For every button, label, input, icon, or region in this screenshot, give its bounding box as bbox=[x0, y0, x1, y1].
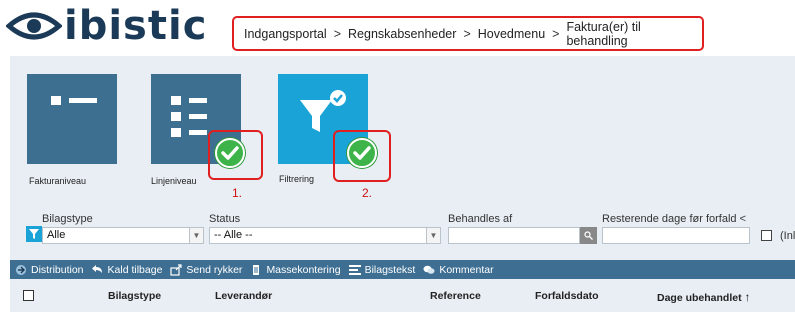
sort-ascending-icon: ↑ bbox=[744, 290, 751, 304]
distribution-button[interactable]: Distribution bbox=[15, 264, 84, 276]
bilagstype-value: Alle bbox=[47, 229, 66, 241]
breadcrumb-item-regnskabsenheder[interactable]: Regnskabsenheder bbox=[348, 27, 456, 41]
behandles-af-input[interactable] bbox=[448, 227, 580, 244]
resterende-dage-input[interactable] bbox=[602, 227, 750, 244]
document-icon bbox=[253, 264, 260, 275]
dage-ubehandlet-label: Dage ubehandlet bbox=[657, 292, 742, 304]
column-header-dage-ubehandlet[interactable]: Dage ubehandlet ↑ bbox=[657, 290, 751, 304]
column-header-reference[interactable]: Reference bbox=[430, 290, 481, 302]
kommentar-label: Kommentar bbox=[439, 263, 494, 276]
tile-label-linjeniveau: Linjeniveau bbox=[151, 176, 197, 186]
header: ibistic Indgangsportal > Regnskabsenhede… bbox=[0, 0, 795, 56]
breadcrumb-separator: > bbox=[463, 26, 471, 41]
breadcrumb-separator: > bbox=[552, 26, 560, 41]
annotation-box-2 bbox=[333, 130, 391, 182]
eye-logo-icon bbox=[6, 12, 62, 40]
column-header-bilagstype[interactable]: Bilagstype bbox=[108, 290, 161, 302]
kald-tilbage-label: Kald tilbage bbox=[107, 263, 163, 276]
send-rykker-button[interactable]: Send rykker bbox=[170, 264, 242, 276]
column-header-forfaldsdato[interactable]: Forfaldsdato bbox=[535, 290, 599, 302]
brand-name: ibistic bbox=[64, 3, 208, 49]
search-icon[interactable] bbox=[580, 227, 597, 244]
kommentar-button[interactable]: Kommentar bbox=[423, 263, 494, 276]
bilagstype-select[interactable]: Alle ▼ bbox=[42, 227, 204, 244]
undo-icon bbox=[91, 264, 102, 273]
massekontering-label: Massekontering bbox=[266, 263, 341, 276]
distribution-icon bbox=[16, 264, 26, 275]
action-toolbar: Distribution Kald tilbage Send rykker Ma… bbox=[10, 260, 795, 279]
breadcrumb-item-hovedmenu[interactable]: Hovedmenu bbox=[478, 27, 545, 41]
breadcrumb-item-current: Faktura(er) til behandling bbox=[566, 19, 641, 48]
list-icon bbox=[348, 264, 361, 275]
tile-fakturaniveau[interactable] bbox=[27, 74, 117, 164]
ibistic-logo[interactable]: ibistic bbox=[6, 4, 207, 48]
send-rykker-label: Send rykker bbox=[186, 263, 243, 276]
include-checkbox-label: (Inl bbox=[780, 230, 795, 242]
chevron-down-icon: ▼ bbox=[189, 228, 203, 243]
app-root: ibistic Indgangsportal > Regnskabsenhede… bbox=[0, 0, 795, 312]
resterende-dage-label: Resterende dage før forfald < bbox=[602, 213, 746, 225]
kald-tilbage-button[interactable]: Kald tilbage bbox=[91, 263, 163, 276]
tile-label-filtrering: Filtrering bbox=[279, 174, 315, 184]
massekontering-button[interactable]: Massekontering bbox=[250, 263, 341, 276]
breadcrumb-item-indgangsportal[interactable]: Indgangsportal bbox=[244, 27, 327, 41]
distribution-label: Distribution bbox=[31, 263, 84, 276]
bilagstype-label: Bilagstype bbox=[42, 213, 93, 225]
breadcrumb-separator: > bbox=[333, 26, 342, 41]
reminder-icon bbox=[170, 263, 183, 276]
content-panel: Fakturaniveau Linjeniveau 1. Filtrering … bbox=[10, 56, 795, 312]
bilagstekst-button[interactable]: Bilagstekst bbox=[348, 263, 416, 276]
invoice-level-icon bbox=[51, 96, 97, 105]
status-label: Status bbox=[209, 213, 241, 225]
tile-label-fakturaniveau: Fakturaniveau bbox=[29, 176, 87, 186]
status-value: -- Alle -- bbox=[214, 229, 253, 241]
annotation-label-1: 1. bbox=[232, 186, 243, 200]
chevron-down-icon: ▼ bbox=[426, 228, 440, 243]
annotation-box-1 bbox=[208, 130, 263, 180]
behandles-af-label: Behandles af bbox=[448, 213, 513, 225]
select-all-checkbox[interactable] bbox=[23, 290, 34, 301]
breadcrumb: Indgangsportal > Regnskabsenheder > Hove… bbox=[232, 16, 704, 51]
filter-toggle-icon[interactable] bbox=[26, 226, 42, 242]
annotation-label-2: 2. bbox=[362, 186, 373, 200]
status-select[interactable]: -- Alle -- ▼ bbox=[209, 227, 441, 244]
bilagstekst-label: Bilagstekst bbox=[364, 263, 416, 276]
table-header: Bilagstype Leverandør Reference Forfalds… bbox=[10, 285, 795, 307]
column-header-leverandor[interactable]: Leverandør bbox=[215, 290, 272, 302]
comment-icon bbox=[423, 265, 435, 274]
include-checkbox[interactable] bbox=[761, 230, 772, 241]
